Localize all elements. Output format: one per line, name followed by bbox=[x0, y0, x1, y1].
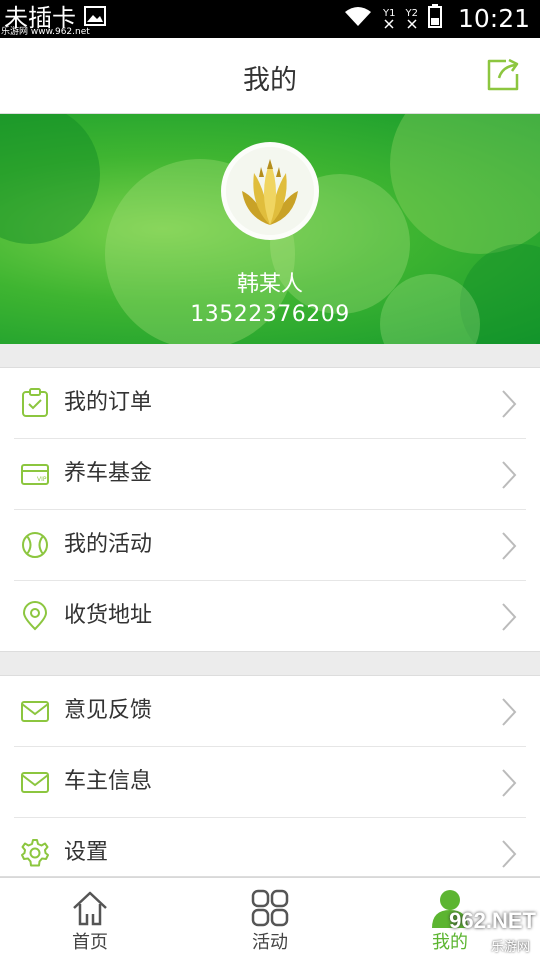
chevron-right-icon bbox=[502, 840, 517, 868]
wifi-icon bbox=[343, 5, 373, 31]
user-phone: 13522376209 bbox=[190, 302, 350, 327]
share-icon bbox=[487, 58, 519, 91]
location-pin-icon bbox=[22, 601, 48, 631]
status-bar: 未插卡 乐游网 www.962.net Y1 Y2 10:21 bbox=[0, 0, 540, 38]
chevron-right-icon bbox=[502, 603, 517, 631]
tab-mine[interactable]: 我的 962.NET 乐游网 bbox=[360, 878, 540, 960]
chevron-right-icon bbox=[502, 461, 517, 489]
sim2-indicator: Y2 bbox=[405, 7, 418, 29]
menu-label: 车主信息 bbox=[64, 769, 153, 794]
clock: 10:21 bbox=[457, 3, 530, 33]
menu-item-feedback[interactable]: 意见反馈 bbox=[14, 676, 526, 747]
menu-item-owner-info[interactable]: 车主信息 bbox=[14, 747, 526, 818]
mail-icon bbox=[21, 701, 49, 722]
chevron-right-icon bbox=[502, 769, 517, 797]
status-right: Y1 Y2 10:21 bbox=[343, 3, 530, 33]
bottom-tab-bar: 首页 活动 我的 962.NET 乐游网 bbox=[0, 877, 540, 960]
share-button[interactable] bbox=[484, 56, 522, 94]
avatar[interactable] bbox=[221, 142, 319, 240]
menu-label: 设置 bbox=[64, 840, 109, 865]
user-name: 韩某人 bbox=[236, 272, 303, 297]
menu-group-primary: 我的订单 VIP 养车基金 我的活动 收货地址 bbox=[0, 367, 540, 652]
vip-card-icon: VIP bbox=[21, 464, 49, 485]
menu-item-orders[interactable]: 我的订单 bbox=[14, 368, 526, 439]
menu-label: 养车基金 bbox=[64, 461, 153, 486]
sim2-label: Y2 bbox=[405, 7, 418, 19]
lotus-logo-icon bbox=[226, 147, 314, 235]
tab-activities[interactable]: 活动 bbox=[180, 878, 360, 960]
chevron-right-icon bbox=[502, 390, 517, 418]
mail-icon bbox=[21, 772, 49, 793]
sim1-indicator: Y1 bbox=[383, 8, 395, 29]
clipboard-check-icon bbox=[22, 388, 48, 417]
grid-icon bbox=[251, 889, 289, 927]
ball-icon bbox=[22, 532, 48, 558]
watermark-logo: 962.NET bbox=[449, 908, 536, 933]
chevron-right-icon bbox=[502, 532, 517, 560]
menu-label: 收货地址 bbox=[64, 603, 153, 628]
tab-home[interactable]: 首页 bbox=[0, 878, 180, 960]
no-signal-icon bbox=[407, 18, 417, 29]
battery-icon bbox=[427, 4, 442, 32]
profile-banner: 韩某人 13522376209 bbox=[0, 114, 540, 344]
home-icon bbox=[73, 891, 107, 926]
page-title: 我的 bbox=[243, 65, 297, 96]
gear-icon bbox=[21, 839, 49, 867]
app-header: 我的 bbox=[0, 38, 540, 114]
chevron-right-icon bbox=[502, 698, 517, 726]
tab-label: 活动 bbox=[252, 932, 288, 953]
menu-group-secondary: 意见反馈 车主信息 设置 bbox=[0, 675, 540, 877]
watermark-text: 乐游网 www.962.net bbox=[1, 27, 90, 37]
svg-text:VIP: VIP bbox=[37, 476, 47, 483]
sim1-label: Y1 bbox=[382, 7, 396, 19]
menu-item-fund[interactable]: VIP 养车基金 bbox=[14, 439, 526, 510]
menu-item-address[interactable]: 收货地址 bbox=[14, 581, 526, 652]
menu-label: 意见反馈 bbox=[64, 698, 153, 723]
menu-item-activities[interactable]: 我的活动 bbox=[14, 510, 526, 581]
menu-label: 我的活动 bbox=[64, 532, 153, 557]
menu-label: 我的订单 bbox=[64, 390, 153, 415]
watermark-sub: 乐游网 bbox=[490, 940, 530, 955]
tab-label: 首页 bbox=[72, 932, 108, 953]
no-signal-icon bbox=[384, 18, 394, 29]
